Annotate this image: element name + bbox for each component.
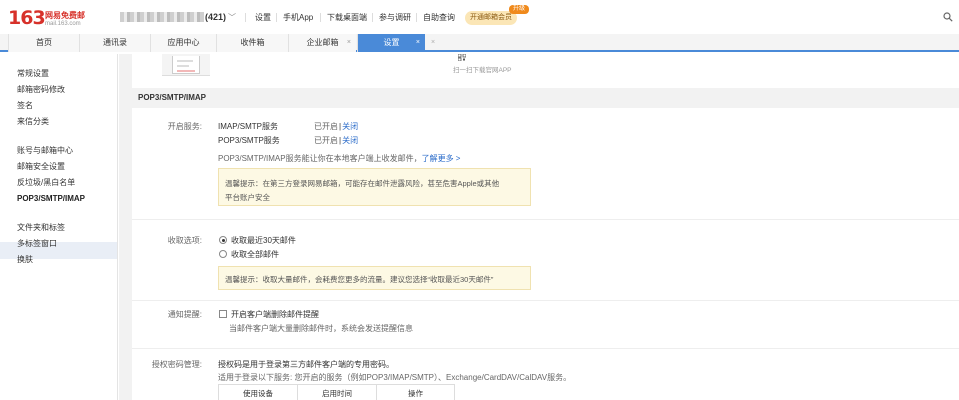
link-desktop-download[interactable]: 下载桌面端 [327, 12, 367, 23]
notify-description: 当邮件客户端大量删除邮件时，系统会发送提醒信息 [229, 324, 413, 333]
service-status-text: 已开启 [314, 122, 338, 131]
radio-recent-30-days[interactable] [219, 236, 227, 244]
top-bar: 163 网易免费邮 mail.163.com (421) ﹀ 设置 手机App … [0, 0, 959, 34]
service-pop3-close-link[interactable]: 关闭 [342, 136, 358, 145]
pipe-separator: | [339, 122, 342, 131]
divider [245, 13, 246, 22]
qr-code-icon [458, 54, 466, 61]
sidebar-item-folders[interactable]: 文件夹和标签 [17, 222, 65, 233]
section-title: POP3/SMTP/IMAP [132, 88, 959, 108]
section-divider [132, 300, 959, 301]
learn-more-link[interactable]: 了解更多 > [422, 154, 461, 163]
service-imap-close-link[interactable]: 关闭 [342, 122, 358, 131]
tab-label: 设置 [383, 38, 400, 47]
close-icon[interactable]: × [426, 34, 440, 52]
sidebar-item-general[interactable]: 常规设置 [17, 68, 49, 79]
auth-code-label: 授权密码管理: [151, 360, 202, 369]
link-mobile-app[interactable]: 手机App [283, 12, 313, 23]
device-table-header: 使用设备 启用时间 操作 [218, 384, 455, 400]
phone-illustration [162, 54, 210, 76]
tab-label: 首页 [36, 38, 52, 47]
unread-count[interactable]: (421) [205, 12, 226, 22]
tab-contacts[interactable]: 通讯录 [79, 34, 150, 52]
link-self-service[interactable]: 自助查询 [423, 12, 455, 23]
close-icon[interactable]: × [416, 34, 420, 52]
column-header: 启用时间 [297, 384, 377, 400]
auth-services-note: 适用于登录以下服务: 您开启的服务（例如POP3/IMAP/SMTP）、Exch… [218, 373, 572, 382]
tab-enterprise-mail[interactable]: 企业邮箱 × [288, 34, 356, 52]
service-status-text: 已开启 [314, 136, 338, 145]
tab-inbox[interactable]: 收件箱 [216, 34, 288, 52]
tip-line-1: 温馨提示：在第三方登录网易邮箱，可能存在邮件泄露风险，甚至危害Apple或其他 [225, 179, 500, 188]
pipe-separator: | [339, 136, 342, 145]
section-divider [132, 348, 959, 349]
sidebar-item-signature[interactable]: 签名 [17, 100, 33, 111]
logo-number[interactable]: 163 [8, 7, 46, 29]
service-pop3-name: POP3/SMTP服务 [218, 136, 280, 145]
sidebar-item-account-center[interactable]: 账号与邮箱中心 [17, 145, 73, 156]
services-description: POP3/SMTP/IMAP服务能让你在本地客户端上收发邮件，了解更多 > [218, 153, 460, 164]
user-account-blurred[interactable] [120, 12, 204, 22]
tab-label: 通讯录 [103, 38, 127, 47]
traffic-warning-tip: 温馨提示：收取大量邮件，会耗费您更多的流量。建议您选择“收取最近30天邮件” [218, 266, 531, 290]
close-icon[interactable]: × [347, 34, 351, 52]
section-divider [132, 219, 959, 220]
phone-screen [172, 56, 200, 74]
link-survey[interactable]: 参与调研 [379, 12, 411, 23]
tip-line-2: 平台账户安全 [225, 193, 270, 202]
phone-screen-line [177, 60, 193, 62]
tab-label: 应用中心 [167, 38, 200, 47]
qr-download-hint: 扫一扫下载官网APP [453, 67, 512, 74]
logo-domain: mail.163.com [45, 21, 81, 27]
radio-label[interactable]: 收取全部邮件 [231, 249, 279, 260]
link-settings[interactable]: 设置 [255, 12, 271, 23]
notify-label: 通知提醒: [167, 310, 202, 319]
divider [276, 13, 277, 22]
service-imap-name: IMAP/SMTP服务 [218, 122, 279, 131]
radio-all-mail[interactable] [219, 250, 227, 258]
content-gutter [119, 54, 132, 400]
service-imap-status: 已开启|关闭 [314, 121, 358, 132]
radio-label[interactable]: 收取最近30天邮件 [231, 235, 296, 246]
tab-label: 企业邮箱 [306, 38, 339, 47]
sidebar-item-mail-rules[interactable]: 来信分类 [17, 116, 49, 127]
column-header: 使用设备 [218, 384, 298, 400]
sidebar-item-security[interactable]: 邮箱安全设置 [17, 161, 65, 172]
tab-label: 收件箱 [240, 38, 265, 47]
tab-bar: 首页 通讯录 应用中心 收件箱 企业邮箱 × 设置 × × [0, 34, 959, 52]
logo-brand[interactable]: 网易免费邮 [45, 10, 85, 21]
tab-settings[interactable]: 设置 × [357, 34, 425, 52]
phone-screen-line [177, 70, 195, 72]
tip-line: 温馨提示：收取大量邮件，会耗费您更多的流量。建议您选择“收取最近30天邮件” [225, 275, 494, 284]
services-desc-text: POP3/SMTP/IMAP服务能让你在本地客户端上收发邮件， [218, 154, 422, 163]
phone-screen-line [177, 65, 189, 67]
vip-button[interactable]: 开通邮箱会员 [465, 11, 517, 25]
sidebar-item-pop3[interactable]: POP3/SMTP/IMAP [17, 194, 85, 203]
search-icon[interactable] [943, 12, 953, 22]
divider [372, 13, 373, 22]
checkbox-label[interactable]: 开启客户端删除邮件提醒 [231, 309, 319, 320]
settings-sidebar: 常规设置 邮箱密码修改 签名 来信分类 账号与邮箱中心 邮箱安全设置 反垃圾/黑… [0, 54, 118, 400]
divider [416, 13, 417, 22]
sidebar-item-password[interactable]: 邮箱密码修改 [17, 84, 65, 95]
services-label: 开启服务: [167, 122, 202, 131]
sidebar-item-multi-tab[interactable]: 多标签窗口 [17, 238, 57, 249]
column-header: 操作 [376, 384, 455, 400]
auth-description: 授权码是用于登录第三方邮件客户端的专用密码。 [218, 360, 394, 369]
receive-options-label: 收取选项: [167, 236, 202, 245]
security-warning-tip: 温馨提示：在第三方登录网易邮箱，可能存在邮件泄露风险，甚至危害Apple或其他 … [218, 168, 531, 206]
tab-app-center[interactable]: 应用中心 [150, 34, 216, 52]
chevron-down-icon[interactable]: ﹀ [228, 12, 236, 23]
sidebar-item-antispam[interactable]: 反垃圾/黑白名单 [17, 177, 75, 188]
delete-reminder-checkbox[interactable] [219, 310, 227, 318]
settings-content: 扫一扫下载官网APP POP3/SMTP/IMAP 开启服务: IMAP/SMT… [132, 54, 959, 400]
sidebar-item-skin[interactable]: 换肤 [17, 254, 33, 265]
divider [320, 13, 321, 22]
upgrade-badge[interactable]: 升级 [509, 5, 529, 14]
service-pop3-status: 已开启|关闭 [314, 135, 358, 146]
tab-home[interactable]: 首页 [8, 34, 79, 52]
